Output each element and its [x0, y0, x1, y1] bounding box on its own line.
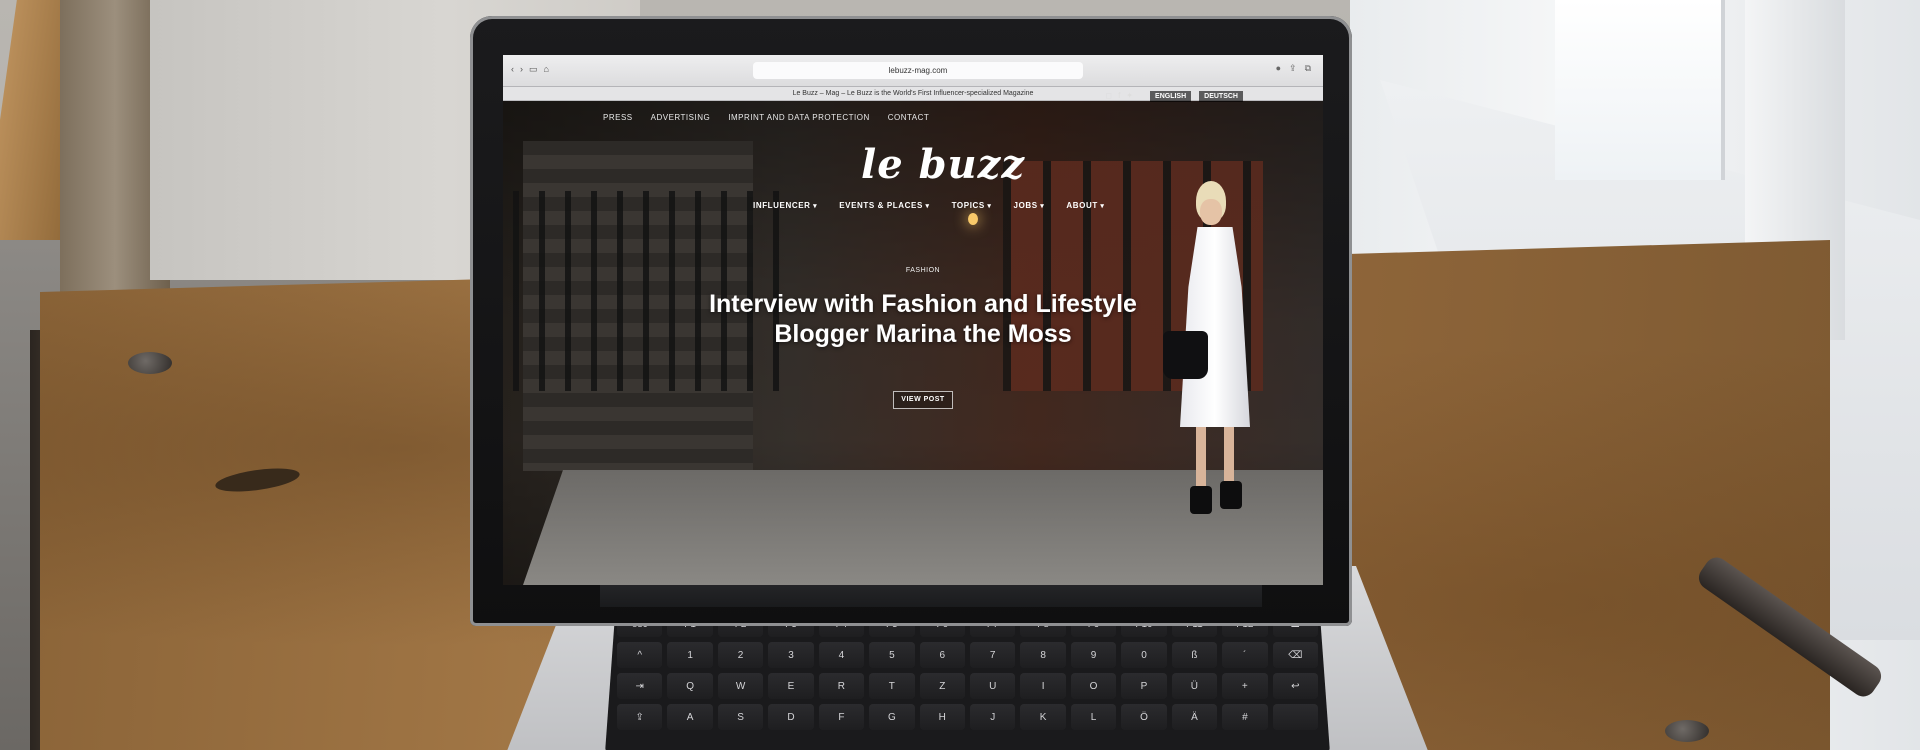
top-nav-contact[interactable]: CONTACT	[888, 113, 930, 122]
nav-jobs[interactable]: JOBS	[1014, 201, 1045, 210]
keyboard-key: ⇥	[617, 673, 663, 699]
keyboard-key: 6	[919, 642, 965, 668]
keyboard-key: 5	[869, 642, 915, 668]
keyboard-key: D	[768, 704, 814, 730]
keyboard-key: 9	[1070, 642, 1117, 668]
keyboard-key: ^	[617, 642, 663, 668]
post-category[interactable]: FASHION	[683, 267, 1163, 274]
browser-tools: ● ⇪ ⧉	[1276, 63, 1311, 74]
share-icon[interactable]: ⇪	[1289, 63, 1297, 74]
keyboard-key: Ü	[1171, 673, 1218, 699]
keyboard-key: O	[1070, 673, 1117, 699]
nav-topics[interactable]: TOPICS	[952, 201, 992, 210]
social-links: ◻ f ✦	[1105, 91, 1133, 100]
headline-line-2: Blogger Marina the Moss	[774, 320, 1072, 348]
keyboard-key: K	[1020, 704, 1066, 730]
laptop-screen: ‹ › ▭ ⌂ lebuzz-mag.com ● ⇪ ⧉ Le Buzz – M…	[503, 55, 1323, 585]
site-logo[interactable]: le buzz	[861, 141, 1025, 188]
twitter-icon[interactable]: ✦	[1126, 91, 1133, 100]
facebook-icon[interactable]: f	[1118, 91, 1120, 100]
lang-deutsch[interactable]: DEUTSCH	[1199, 91, 1243, 102]
nav-about[interactable]: ABOUT	[1066, 201, 1104, 210]
keyboard-key: S	[717, 704, 764, 730]
instagram-icon[interactable]: ◻	[1105, 91, 1112, 100]
download-icon[interactable]: ●	[1276, 63, 1281, 74]
keyboard-key: E	[768, 673, 814, 699]
keyboard-key: L	[1070, 704, 1117, 730]
keyboard-key: 3	[768, 642, 814, 668]
post-headline[interactable]: Interview with Fashion and Lifestyle Blo…	[673, 289, 1173, 349]
nav-influencer[interactable]: INFLUENCER	[753, 201, 817, 210]
keyboard-key: ⌫	[1272, 642, 1318, 668]
keyboard-key: A	[667, 704, 713, 730]
hero-photo-lamp	[968, 213, 978, 225]
forward-icon[interactable]: ›	[520, 63, 523, 75]
keyboard-key: 0	[1121, 642, 1167, 668]
main-nav: INFLUENCER EVENTS & PLACES TOPICS JOBS A…	[753, 201, 1105, 210]
keyboard-key: 1	[667, 642, 713, 668]
keyboard-key: +	[1222, 673, 1268, 699]
hero-section: PRESS ADVERTISING IMPRINT AND DATA PROTE…	[503, 91, 1323, 585]
keyboard-key: Ä	[1171, 704, 1218, 730]
view-post-button[interactable]: VIEW POST	[893, 391, 953, 409]
keyboard-key: #	[1222, 704, 1268, 730]
top-nav: PRESS ADVERTISING IMPRINT AND DATA PROTE…	[603, 113, 929, 122]
keyboard-key: 8	[1020, 642, 1066, 668]
keyboard-key: ´	[1222, 642, 1268, 668]
keyboard-key: ↩	[1272, 673, 1318, 699]
address-bar[interactable]: lebuzz-mag.com	[753, 62, 1083, 79]
keyboard-key: Q	[667, 673, 713, 699]
keyboard-key: Z	[919, 673, 965, 699]
keyboard-key: J	[969, 704, 1016, 730]
keyboard-key	[1272, 704, 1318, 730]
keyboard-key: 7	[969, 642, 1016, 668]
photo-scene: escF1F2F3F4F5F6F7F8F9F10F11F12⏏^12345678…	[0, 0, 1920, 750]
window-glass	[1555, 0, 1725, 180]
keyboard-key: ß	[1171, 642, 1218, 668]
keyboard-key: Ö	[1121, 704, 1167, 730]
keyboard-key: P	[1121, 673, 1167, 699]
keyboard-key: 2	[717, 642, 764, 668]
hero-photo-person	[1158, 181, 1268, 521]
headline-line-1: Interview with Fashion and Lifestyle	[709, 290, 1137, 318]
back-icon[interactable]: ‹	[511, 63, 514, 75]
keyboard-key: T	[869, 673, 915, 699]
top-nav-advertising[interactable]: ADVERTISING	[651, 113, 711, 122]
table-bolt	[128, 352, 172, 374]
keyboard-key: G	[869, 704, 915, 730]
browser-nav: ‹ › ▭ ⌂	[511, 63, 549, 75]
lang-english[interactable]: ENGLISH	[1150, 91, 1192, 102]
top-nav-press[interactable]: PRESS	[603, 113, 633, 122]
keyboard-key: 4	[818, 642, 865, 668]
top-nav-imprint[interactable]: IMPRINT AND DATA PROTECTION	[728, 113, 870, 122]
language-switcher: ENGLISH DEUTSCH	[1150, 91, 1243, 102]
keyboard-key: ⇪	[617, 704, 663, 730]
sidebar-icon[interactable]: ▭	[529, 63, 538, 75]
table-bolt	[1665, 720, 1709, 742]
keyboard-key: U	[969, 673, 1016, 699]
home-icon[interactable]: ⌂	[544, 63, 549, 75]
browser-toolbar: ‹ › ▭ ⌂ lebuzz-mag.com ● ⇪ ⧉	[503, 55, 1323, 87]
nav-events-places[interactable]: EVENTS & PLACES	[839, 201, 929, 210]
tabs-icon[interactable]: ⧉	[1305, 63, 1311, 74]
keyboard-key: R	[818, 673, 865, 699]
keyboard-key: F	[818, 704, 865, 730]
keyboard-key: I	[1020, 673, 1066, 699]
keyboard-key: W	[717, 673, 764, 699]
keyboard-key: H	[919, 704, 965, 730]
